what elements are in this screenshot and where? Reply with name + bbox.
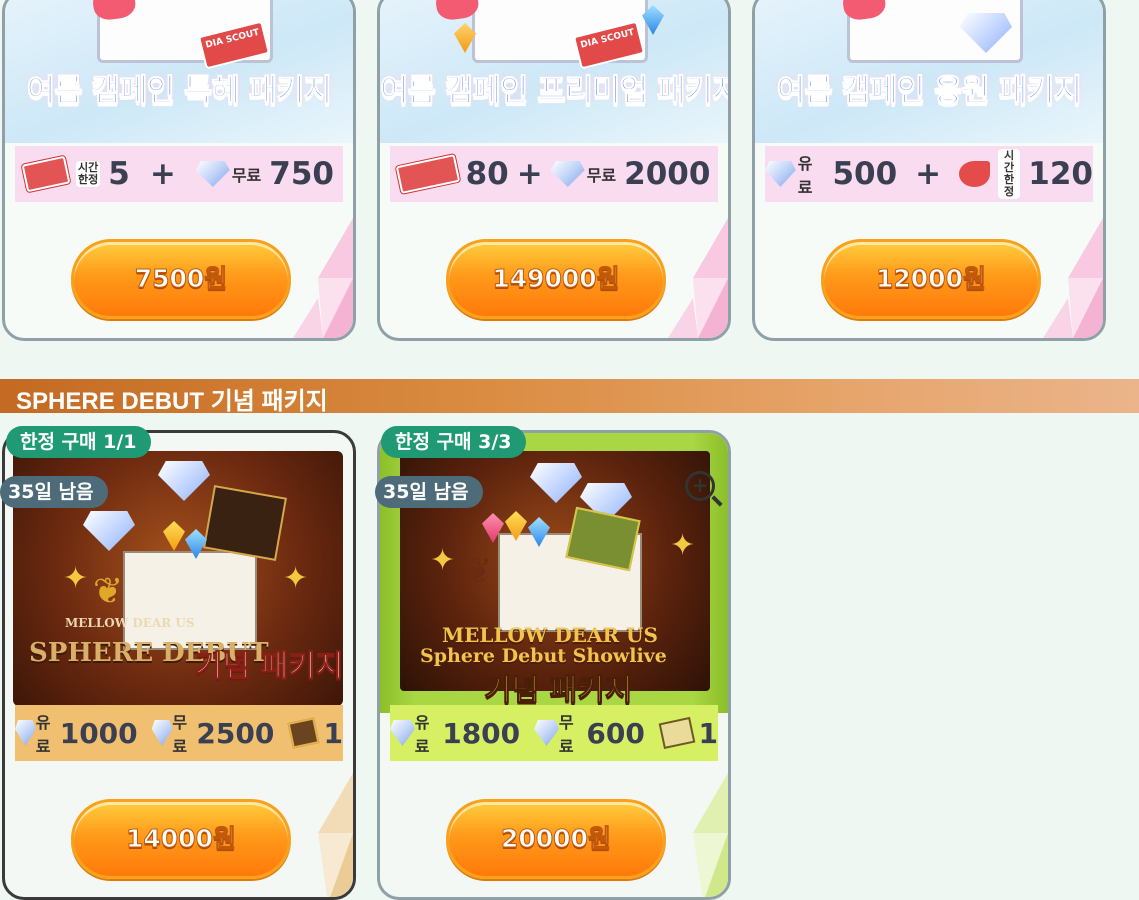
item-amount: 1000 (59, 716, 138, 750)
package-card-summer-support[interactable]: 여름 캠페인 응원 패키지 유료 500 + 시간 한정 120 12000원 (752, 0, 1106, 341)
gem-icon (163, 521, 185, 551)
item-amount: 5 (108, 156, 130, 192)
diamond-icon (15, 720, 36, 746)
diamond-icon (195, 161, 230, 187)
sparkle-icon: ✦ (63, 561, 89, 596)
item-amount: 120 (1028, 156, 1093, 192)
free-tag: 무료 (172, 713, 188, 756)
sparkle-icon: ✦ (670, 528, 696, 563)
plus-sign: + (516, 156, 543, 192)
item-amount: 80 (465, 156, 509, 192)
diamond-icon (390, 720, 415, 746)
bow-icon: ❦ (93, 571, 124, 612)
paid-tag: 유료 (797, 154, 813, 197)
section-title: SPHERE DEBUT 기념 패키지 (16, 388, 328, 415)
package-logo-line2: Sphere Debut Showlive (420, 645, 667, 667)
diamond-icon (158, 461, 210, 501)
remaining-days-badge: 35일 남음 (375, 476, 483, 508)
scout-ticket-icon (21, 155, 71, 193)
scout-ticket-icon (658, 716, 695, 750)
item-amount: 2500 (196, 716, 275, 750)
package-title: 여름 캠페인 응원 패키지 (776, 73, 1083, 110)
diamond-icon (550, 161, 585, 187)
purchase-limit-badge: 한정 구매 1/1 (6, 426, 151, 458)
item-amount: 1 (323, 716, 343, 750)
corner-triangle-decoration (668, 218, 728, 338)
package-contents: 유료 500 + 시간 한정 120 (765, 146, 1093, 202)
free-tag: 무료 (586, 166, 617, 185)
diamond-icon (83, 511, 135, 551)
free-tag: 무료 (231, 166, 262, 185)
item-amount: 600 (586, 716, 645, 750)
purchase-limit-badge: 한정 구매 3/3 (381, 426, 526, 458)
package-logo-line1: MELLOW DEAR US (65, 616, 195, 630)
whistle-icon (959, 161, 990, 187)
package-title: 여름 캠페인 프리미엄 패키지 (380, 73, 731, 110)
package-card-summer-premium[interactable]: DIA SCOUT 여름 캠페인 프리미엄 패키지 80 + 무료 2000 1… (377, 0, 731, 341)
corner-triangle-decoration (693, 773, 728, 897)
paid-tag: 유료 (35, 713, 51, 756)
limited-time-tag: 시간 한정 (76, 161, 101, 187)
diamond-icon (151, 720, 173, 746)
package-banner: DIA SCOUT 여름 캠페인 프리미엄 패키지 (380, 0, 728, 143)
plus-sign: + (915, 156, 942, 192)
package-title: 기념 패키지 (194, 649, 344, 685)
package-banner: DIA SCOUT 여름 캠페인 특혜 패키지 (5, 0, 353, 143)
package-title: 여름 캠페인 특혜 패키지 (26, 73, 333, 110)
package-contents: 유료 1800 무료 600 1 (390, 705, 718, 761)
diamond-icon (534, 720, 559, 746)
zoom-in-icon[interactable]: + (685, 471, 715, 501)
package-banner: 여름 캠페인 응원 패키지 (755, 0, 1103, 143)
item-amount: 1800 (442, 716, 521, 750)
scout-ticket-icon (395, 154, 460, 194)
section-header: SPHERE DEBUT 기념 패키지 (0, 379, 1139, 415)
price-button[interactable]: 12000원 (821, 239, 1041, 319)
price-button[interactable]: 20000원 (446, 799, 666, 879)
price-button[interactable]: 149000원 (446, 239, 666, 319)
limited-time-tag: 시간 한정 (997, 149, 1021, 199)
price-button[interactable]: 14000원 (71, 799, 291, 879)
corner-triangle-decoration (1043, 218, 1103, 338)
item-amount: 2000 (624, 156, 711, 192)
price-button[interactable]: 7500원 (71, 239, 291, 319)
package-contents: 시간 한정 5 + 무료 750 (15, 146, 343, 202)
item-amount: 750 (269, 156, 334, 192)
package-logo-line1: MELLOW DEAR US (442, 623, 658, 647)
item-amount: 1 (698, 716, 718, 750)
package-contents: 유료 1000 무료 2500 1 (15, 705, 343, 761)
plus-sign: + (149, 156, 176, 192)
paid-tag: 유료 (414, 713, 430, 756)
sparkle-icon: ✦ (283, 561, 309, 596)
package-contents: 80 + 무료 2000 (390, 146, 718, 202)
corner-triangle-decoration (318, 773, 353, 897)
item-amount: 500 (832, 156, 898, 192)
gift-box-illustration (123, 551, 257, 650)
corner-triangle-decoration (293, 218, 353, 338)
package-title: 기념 패키지 (483, 673, 633, 709)
diamond-icon (765, 161, 796, 187)
bow-icon: ❦ (462, 551, 493, 592)
sparkle-icon: ✦ (430, 543, 456, 578)
free-tag: 무료 (558, 713, 574, 756)
scout-ticket-icon (203, 485, 287, 561)
scout-ticket-icon (287, 717, 320, 749)
package-card-summer-benefit[interactable]: DIA SCOUT 여름 캠페인 특혜 패키지 시간 한정 5 + 무료 750 … (2, 0, 356, 341)
remaining-days-badge: 35일 남음 (0, 476, 108, 508)
